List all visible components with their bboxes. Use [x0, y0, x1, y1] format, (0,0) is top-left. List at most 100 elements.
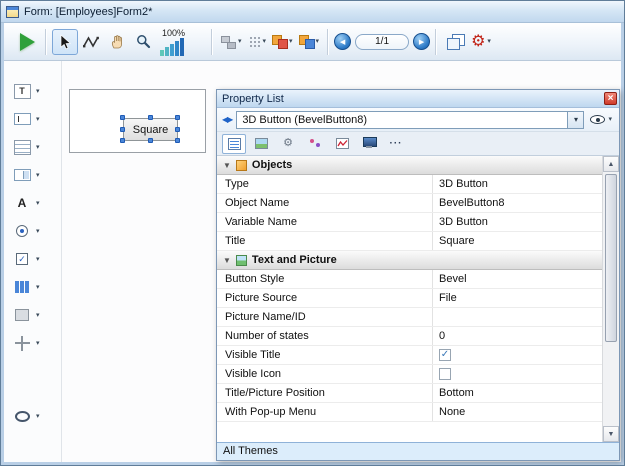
group-icon: [299, 35, 314, 48]
scroll-up-icon[interactable]: ▲: [603, 156, 619, 172]
sidebar-tool-input[interactable]: ▾: [12, 109, 40, 129]
splitter-tool-icon: [15, 336, 30, 351]
text-tool-icon: T: [14, 84, 31, 99]
page-indicator[interactable]: 1/1: [355, 34, 409, 50]
property-value[interactable]: Bevel: [432, 270, 602, 288]
distribution-tool-button[interactable]: ▾: [245, 29, 270, 55]
pan-tool-button[interactable]: [104, 29, 130, 55]
chevron-down-icon: ▾: [36, 312, 40, 319]
label-tool-icon: A: [18, 196, 27, 210]
settings-button[interactable]: ⚙ ▾: [468, 29, 494, 55]
property-list-panel: Property List × ◀▶ 3D Button (BevelButto…: [216, 89, 620, 461]
section-header-text-and-picture[interactable]: ▼ Text and Picture: [217, 251, 602, 270]
selection-handle[interactable]: [175, 115, 180, 120]
draw-tool-button[interactable]: [78, 29, 104, 55]
property-value[interactable]: Bottom: [432, 384, 602, 402]
group-tool-button[interactable]: ▾: [296, 29, 323, 55]
selection-handle[interactable]: [120, 127, 125, 132]
sidebar-tool-splitter[interactable]: ▾: [12, 333, 40, 353]
pointer-tool-button[interactable]: [52, 29, 78, 55]
property-value[interactable]: Square: [432, 232, 602, 250]
property-value[interactable]: BevelButton8: [432, 194, 602, 212]
more-icon: ···: [390, 138, 403, 149]
visible-icon-checkbox[interactable]: ✓: [439, 368, 451, 380]
selection-handle[interactable]: [148, 115, 153, 120]
arrow-right-icon: ▶: [419, 38, 424, 46]
sidebar-tool-radio[interactable]: ▾: [12, 221, 40, 241]
text-picture-section-icon: [236, 255, 247, 266]
selection-handle[interactable]: [120, 138, 125, 143]
property-value[interactable]: [432, 308, 602, 326]
tab-events[interactable]: [303, 134, 327, 154]
property-value[interactable]: File: [432, 289, 602, 307]
selection-handle[interactable]: [175, 127, 180, 132]
close-icon[interactable]: ×: [604, 92, 617, 105]
object-selector-row: ◀▶ 3D Button (BevelButton8) ▾ ▾: [217, 108, 619, 132]
window-titlebar[interactable]: Form: [Employees]Form2*: [1, 1, 624, 23]
toolbar-separator: [327, 29, 329, 55]
zoom-level-widget[interactable]: 100%: [160, 28, 206, 56]
object-navigation-icon[interactable]: ◀▶: [222, 115, 232, 124]
form-pages-button[interactable]: [442, 29, 468, 55]
arrow-left-icon: ◀: [340, 38, 345, 46]
previous-page-button[interactable]: ◀: [334, 33, 351, 50]
list-icon: [228, 138, 241, 150]
sidebar-tool-checkbox[interactable]: ✓ ▾: [12, 249, 40, 269]
next-page-button[interactable]: ▶: [413, 33, 430, 50]
sidebar-tool-buttonbar[interactable]: ▾: [12, 277, 40, 297]
sidebar-tool-oval[interactable]: ▾: [12, 406, 40, 426]
section-header-objects[interactable]: ▼ Objects: [217, 156, 602, 175]
tab-settings[interactable]: ⚙: [276, 134, 300, 154]
themes-footer[interactable]: All Themes: [217, 442, 619, 460]
selection-handle[interactable]: [120, 115, 125, 120]
layering-tool-button[interactable]: ▾: [269, 29, 296, 55]
scroll-down-icon[interactable]: ▼: [603, 426, 619, 442]
play-icon: [20, 33, 35, 51]
execute-form-button[interactable]: [14, 29, 40, 55]
display-options-button[interactable]: ▾: [588, 115, 614, 124]
sidebar-tool-list[interactable]: ▾: [12, 137, 40, 157]
window-title: Form: [Employees]Form2*: [24, 6, 152, 18]
selection-handle[interactable]: [175, 138, 180, 143]
tab-chart[interactable]: [330, 134, 354, 154]
objects-section-icon: [236, 160, 247, 171]
property-value[interactable]: None: [432, 403, 602, 421]
tab-picture[interactable]: [249, 134, 273, 154]
object-selector-dropdown[interactable]: 3D Button (BevelButton8) ▾: [236, 111, 584, 129]
property-value[interactable]: 3D Button: [432, 213, 602, 231]
object-toolbar: T ▾ ▾ ▾ ▾ A ▾ ▾: [4, 61, 62, 462]
section-name: Text and Picture: [252, 254, 337, 266]
toolbar-separator: [435, 29, 437, 55]
property-scrollbar[interactable]: ▲ ▼: [602, 156, 619, 442]
alignment-tool-button[interactable]: ▾: [218, 29, 245, 55]
zoom-level-label: 100%: [162, 28, 185, 38]
chevron-down-icon: ▾: [608, 116, 612, 123]
visible-title-checkbox[interactable]: ✓: [439, 349, 451, 361]
magnifier-icon: [136, 34, 151, 49]
tab-more[interactable]: ···: [384, 134, 408, 154]
selection-handle[interactable]: [148, 138, 153, 143]
property-row-number-of-states: Number of states 0: [217, 327, 602, 346]
property-label: Number of states: [217, 327, 432, 345]
property-row-title-picture-position: Title/Picture Position Bottom: [217, 384, 602, 403]
sidebar-tool-label[interactable]: A ▾: [12, 193, 40, 213]
main-toolbar: 100% ▾ ▾ ▾ ▾ ◀ 1/1 ▶: [4, 23, 621, 61]
scrollbar-thumb[interactable]: [605, 174, 617, 342]
radio-tool-icon: [16, 225, 28, 237]
chevron-down-icon: ▾: [263, 38, 267, 45]
tab-properties[interactable]: [222, 134, 246, 154]
property-label: Button Style: [217, 270, 432, 288]
sidebar-tool-rectangle[interactable]: ▾: [12, 305, 40, 325]
gear-icon: ⚙: [471, 34, 485, 50]
property-list-titlebar[interactable]: Property List ×: [217, 90, 619, 108]
sidebar-tool-combo[interactable]: ▾: [12, 165, 40, 185]
chevron-down-icon: ▾: [36, 116, 40, 123]
property-label: With Pop-up Menu: [217, 403, 432, 421]
tab-display[interactable]: [357, 134, 381, 154]
property-grid: ▼ Objects Type 3D Button Object Name Bev…: [217, 156, 602, 442]
property-label: Visible Icon: [217, 365, 432, 383]
property-value[interactable]: 0: [432, 327, 602, 345]
sidebar-tool-text[interactable]: T ▾: [12, 81, 40, 101]
zoom-tool-button[interactable]: [130, 29, 156, 55]
property-value[interactable]: 3D Button: [432, 175, 602, 193]
